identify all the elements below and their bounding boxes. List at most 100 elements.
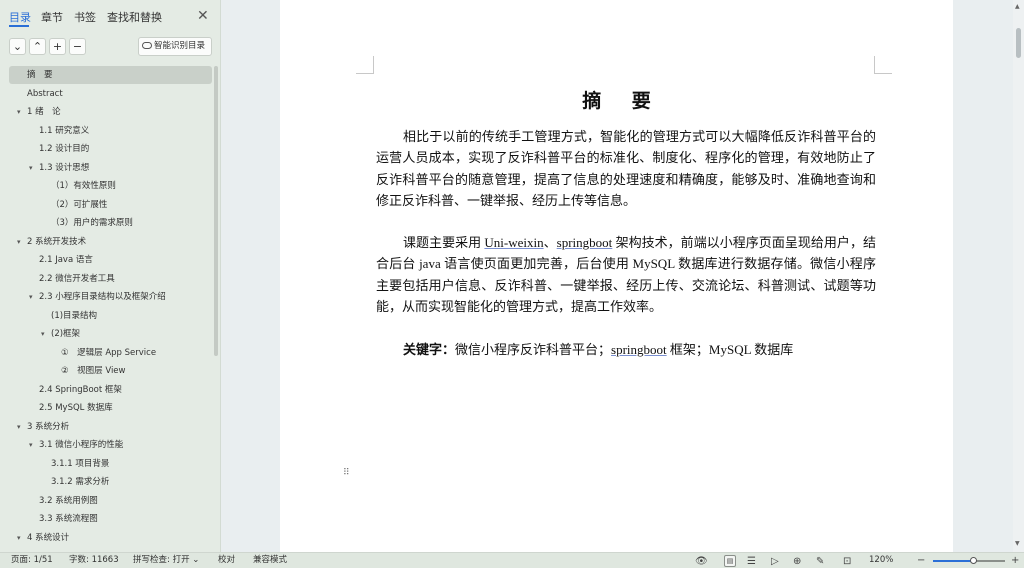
toc-item[interactable]: ② 视图层 View	[0, 362, 215, 380]
toc-item[interactable]: 2.2 微信开发者工具	[0, 270, 215, 288]
zoom-slider-knob[interactable]	[969, 557, 977, 564]
toc-item-label: 3.3 系统流程图	[39, 514, 98, 524]
page-indicator[interactable]: 页面: 1/51	[11, 553, 53, 568]
toc-item-label: Abstract	[27, 88, 63, 99]
toc-item[interactable]: （2）可扩展性	[0, 196, 215, 214]
text: 课题主要采用	[403, 235, 485, 250]
toc-item-label: 2.5 MySQL 数据库	[39, 403, 113, 413]
crop-mark-top-right	[874, 56, 892, 74]
scroll-up-icon[interactable]: ▲	[1015, 3, 1020, 10]
proofread-button[interactable]: 校对	[218, 553, 235, 568]
term-uni-weixin: Uni-weixin	[484, 235, 544, 250]
toc-item-label: 4 系统设计	[27, 532, 70, 543]
expand-arrow-icon[interactable]: ▾	[29, 159, 33, 177]
expand-all-button[interactable]: ⌃	[29, 38, 46, 55]
toc-item-label: （1）有效性原则	[51, 181, 116, 191]
smart-toc-button[interactable]: 智能识别目录	[138, 37, 212, 56]
toc-item-label: 1 绪 论	[27, 107, 61, 117]
toc-item[interactable]: ▾ 2.3 小程序目录结构以及框架介绍	[0, 288, 215, 306]
expand-arrow-icon[interactable]: ▾	[17, 529, 21, 547]
toc-item[interactable]: 2.1 Java 语言	[0, 251, 215, 269]
toc-item[interactable]: 3.1.2 需求分析	[0, 473, 215, 491]
toc-item[interactable]: 1.1 研究意义	[0, 122, 215, 140]
toc-item[interactable]: （3）用户的需求原则	[0, 214, 215, 232]
text: 、	[543, 235, 557, 250]
vertical-scrollbar[interactable]: ▲ ▼	[1013, 0, 1024, 552]
toc-item[interactable]: Abstract	[0, 85, 215, 103]
eye-icon[interactable]: 👁	[695, 554, 708, 568]
text: 框架；MySQL 数据库	[666, 342, 794, 357]
toc-item-label: 1.2 设计目的	[39, 144, 90, 154]
crop-mark-top-left	[356, 56, 374, 74]
abstract-paragraph-1: 相比于以前的传统手工管理方式，智能化的管理方式可以大幅降低反诈科普平台的运营人员…	[376, 129, 876, 209]
expand-arrow-icon[interactable]: ▾	[29, 288, 33, 306]
toc-item-label: 2.1 Java 语言	[39, 255, 93, 265]
outline-view-icon[interactable]: ☰	[747, 554, 756, 568]
toc-item[interactable]: (1)目录结构	[0, 307, 215, 325]
zoom-in-icon[interactable]: +	[1011, 553, 1019, 568]
toc-item[interactable]: 3.1.1 项目背景	[0, 455, 215, 473]
tab-toc[interactable]: 目录	[9, 9, 31, 25]
pen-icon[interactable]: ✎	[816, 554, 824, 568]
toc-item-label: 摘 要	[27, 70, 53, 80]
toc-item-label: （2）可扩展性	[51, 199, 108, 210]
zoom-level[interactable]: 120%	[869, 553, 893, 568]
toc-item-label: ① 逻辑层 App Service	[61, 347, 157, 358]
scroll-down-icon[interactable]: ▼	[1015, 540, 1020, 547]
toc-item[interactable]: ▾ 4 系统设计	[0, 529, 215, 547]
toc-item-label: 3.1.2 需求分析	[51, 477, 110, 487]
toc-item-label: (1)目录结构	[51, 310, 98, 321]
toc-list: 摘 要 Abstract ▾ 1 绪 论 1.1 研究意义 1.2 设计目的 ▾ 1.3 设计…	[0, 66, 215, 552]
play-icon[interactable]: ▷	[771, 554, 779, 568]
toc-item[interactable]: ▾ 1 绪 论	[0, 103, 215, 121]
drag-handle-icon[interactable]: ⠿	[343, 469, 350, 478]
toc-item-label: 3.1.1 项目背景	[51, 458, 110, 469]
toc-item-label: 2 系统开发技术	[27, 236, 87, 247]
abstract-paragraph-2: 课题主要采用 Uni-weixin、springboot 架构技术，前端以小程序…	[376, 232, 876, 318]
toc-item-label: 2.2 微信开发者工具	[39, 273, 115, 284]
toc-item[interactable]: 1.2 设计目的	[0, 140, 215, 158]
toc-item[interactable]: 3.3 系统流程图	[0, 510, 215, 528]
remove-heading-button[interactable]: −	[69, 38, 86, 55]
toc-item[interactable]: 2.4 SpringBoot 框架	[0, 381, 215, 399]
toc-item-label: 1.1 研究意义	[39, 125, 90, 136]
expand-arrow-icon[interactable]: ▾	[17, 233, 21, 251]
web-view-icon[interactable]: ⊕	[793, 554, 801, 568]
toc-item[interactable]: （1）有效性原则	[0, 177, 215, 195]
spell-check-toggle[interactable]: 拼写检查: 打开 ⌄	[133, 553, 199, 568]
toc-item-label: ② 视图层 View	[61, 366, 126, 376]
scroll-thumb[interactable]	[1016, 28, 1021, 58]
word-count[interactable]: 字数: 11663	[69, 553, 119, 568]
toc-scrollbar[interactable]	[214, 66, 218, 356]
zoom-out-icon[interactable]: −	[917, 553, 925, 568]
term-springboot: springboot	[611, 342, 667, 357]
toc-toolbar: ⌄ ⌃ + − 智能识别目录	[0, 36, 221, 58]
expand-arrow-icon[interactable]: ▾	[17, 103, 21, 121]
add-heading-button[interactable]: +	[49, 38, 66, 55]
toc-item[interactable]: 摘 要	[9, 66, 212, 84]
tab-find-replace[interactable]: 查找和替换	[107, 9, 162, 25]
toc-item[interactable]: ▾ 1.3 设计思想	[0, 159, 215, 177]
toc-item[interactable]: 3.2 系统用例图	[0, 492, 215, 510]
page-title: 摘 要	[582, 90, 663, 112]
zoom-slider[interactable]	[933, 557, 1005, 564]
tab-chapters[interactable]: 章节	[41, 9, 63, 25]
close-icon[interactable]: ✕	[197, 8, 209, 24]
toc-item[interactable]: ▾ (2)框架	[0, 325, 215, 343]
tab-bookmarks[interactable]: 书签	[74, 9, 96, 25]
fit-page-icon[interactable]: ⊡	[843, 554, 851, 568]
expand-arrow-icon[interactable]: ▾	[41, 325, 45, 343]
expand-arrow-icon[interactable]: ▾	[17, 418, 21, 436]
toc-item[interactable]: ① 逻辑层 App Service	[0, 344, 215, 362]
toc-item-label: 3 系统分析	[27, 421, 70, 432]
toc-item[interactable]: ▾ 3 系统分析	[0, 418, 215, 436]
navigation-pane: 目录 章节 书签 查找和替换 ✕ ⌄ ⌃ + − 智能识别目录 摘 要 Abstr…	[0, 0, 221, 552]
keywords-label: 关键字：	[403, 342, 456, 357]
toc-item[interactable]: ▾ 2 系统开发技术	[0, 233, 215, 251]
expand-arrow-icon[interactable]: ▾	[29, 436, 33, 454]
toc-item-label: （3）用户的需求原则	[51, 218, 133, 228]
toc-item[interactable]: ▾ 3.1 微信小程序的性能	[0, 436, 215, 454]
toc-item[interactable]: 2.5 MySQL 数据库	[0, 399, 215, 417]
page-view-icon[interactable]: ▤	[724, 555, 736, 567]
collapse-all-button[interactable]: ⌄	[9, 38, 26, 55]
